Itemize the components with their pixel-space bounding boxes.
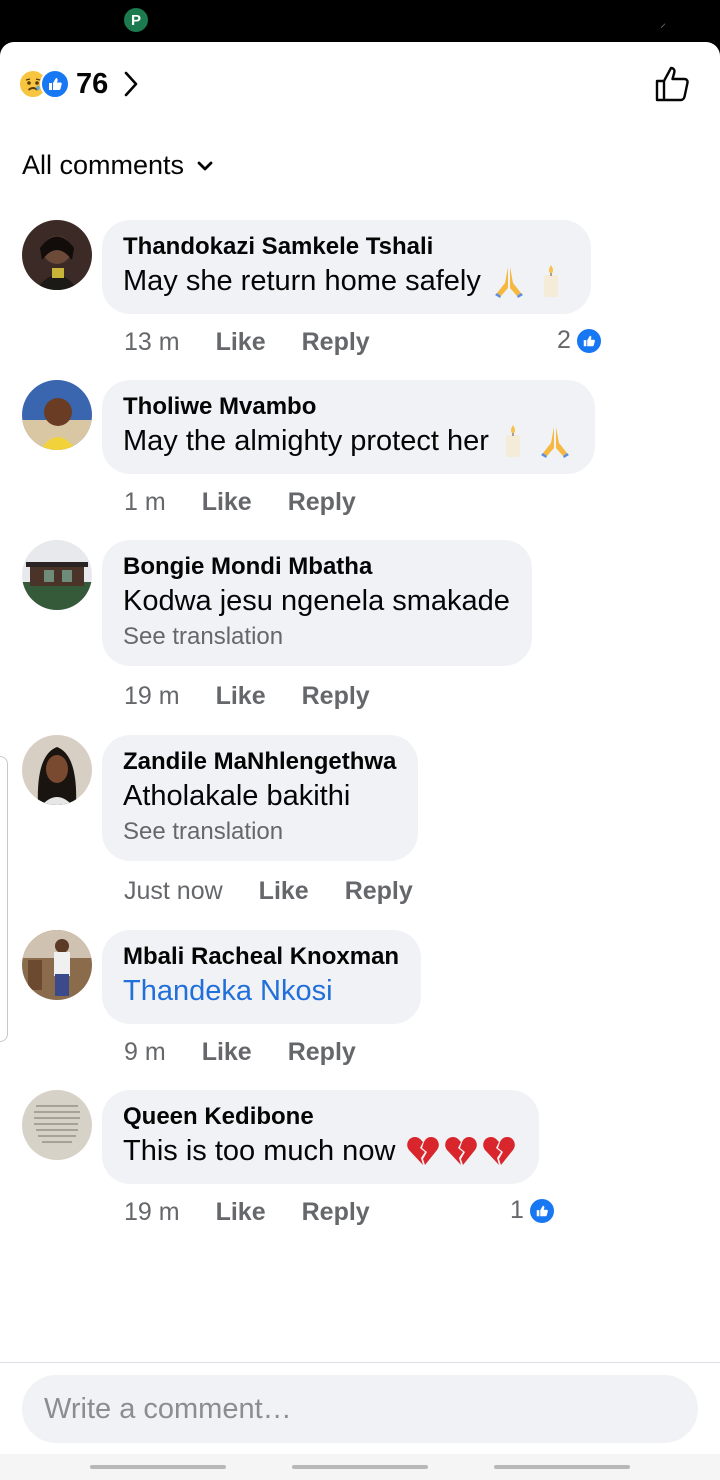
comment-text: May she return home safely	[123, 262, 569, 300]
reply-button[interactable]: Reply	[302, 682, 370, 711]
like-reaction-icon	[40, 69, 70, 99]
reactions-summary[interactable]: 76	[18, 66, 140, 102]
comment-bubble: Mbali Racheal Knoxman Thandeka Nkosi	[102, 930, 422, 1024]
comment-time: 13 m	[124, 328, 180, 356]
comment-author[interactable]: Zandile MaNhlengethwa	[123, 747, 396, 777]
avatar[interactable]	[22, 540, 92, 610]
mention-link[interactable]: Thandeka Nkosi	[123, 972, 399, 1010]
scroll-edge-handle[interactable]	[0, 756, 8, 1042]
comments-sheet: 76 All comments Thandokazi Samkele Tshal…	[0, 42, 720, 1480]
recent-apps-button[interactable]	[90, 1465, 226, 1469]
comment-author[interactable]: Bongie Mondi Mbatha	[123, 552, 510, 582]
like-reaction-icon	[527, 1196, 556, 1225]
app-notification-icon: P	[124, 8, 148, 32]
system-nav-bar	[0, 1454, 720, 1480]
avatar[interactable]	[22, 1090, 92, 1160]
folded-hands-emoji-icon	[494, 267, 523, 298]
comment-text: May the almighty protect her	[123, 422, 573, 460]
comment-body: May the almighty protect her	[123, 425, 489, 457]
comment-bubble: Zandile MaNhlengethwa Atholakale bakithi…	[102, 735, 419, 861]
candle-emoji-icon	[543, 265, 558, 297]
comment-text: Atholakale bakithi	[123, 780, 351, 812]
comment-bubble: Thandokazi Samkele Tshali May she return…	[102, 220, 591, 314]
reply-button[interactable]: Reply	[302, 1198, 370, 1227]
comment-body: May she return home safely	[123, 265, 481, 297]
comment-text: Kodwa jesu ngenela smakade	[123, 585, 510, 617]
like-button[interactable]: Like	[259, 877, 309, 906]
comment-author[interactable]: Mbali Racheal Knoxman	[123, 942, 399, 972]
comment-time: 1 m	[124, 488, 166, 516]
comment-body: This is too much now	[123, 1135, 396, 1167]
comment-author[interactable]: Thandokazi Samkele Tshali	[123, 232, 569, 262]
comment-bubble: Tholiwe Mvambo May the almighty protect …	[102, 380, 595, 474]
avatar[interactable]	[22, 735, 92, 805]
comment-author[interactable]: Queen Kedibone	[123, 1102, 517, 1132]
comment-bubble: Queen Kedibone This is too much now	[102, 1090, 540, 1184]
chevron-down-icon	[197, 161, 213, 170]
like-reaction-icon	[574, 326, 603, 355]
like-button[interactable]: Like	[216, 682, 266, 711]
reaction-count: 76	[76, 67, 109, 100]
like-button[interactable]: Like	[202, 488, 252, 517]
comment-time: 9 m	[124, 1038, 166, 1066]
comment-time: Just now	[124, 877, 223, 905]
see-translation-link[interactable]: See translation	[123, 622, 510, 652]
avatar[interactable]	[22, 930, 92, 1000]
comment-actions: 19 m Like Reply	[124, 1198, 370, 1227]
reply-button[interactable]: Reply	[302, 328, 370, 357]
status-bar: P ⸝	[0, 0, 720, 42]
comment-actions: 13 m Like Reply	[124, 328, 370, 357]
comment-reaction-count: 1	[510, 1196, 524, 1224]
filter-label: All comments	[22, 150, 185, 180]
comment-time: 19 m	[124, 682, 180, 710]
candle-emoji-icon	[505, 425, 520, 457]
comment-filter-dropdown[interactable]: All comments	[22, 150, 214, 181]
like-button[interactable]: Like	[216, 328, 266, 357]
comment-reactions[interactable]: 2	[557, 326, 603, 355]
broken-heart-emoji-icon	[483, 1137, 516, 1165]
folded-hands-emoji-icon	[540, 427, 569, 458]
comment-author[interactable]: Tholiwe Mvambo	[123, 392, 573, 422]
like-button[interactable]: Like	[202, 1038, 252, 1067]
chevron-right-icon	[124, 71, 138, 97]
comment-text: This is too much now	[123, 1132, 517, 1170]
avatar[interactable]	[22, 380, 92, 450]
comment-input[interactable]	[22, 1375, 698, 1443]
comment-bubble: Bongie Mondi Mbatha Kodwa jesu ngenela s…	[102, 540, 532, 666]
like-button[interactable]: Like	[216, 1198, 266, 1227]
like-outline-icon[interactable]	[654, 64, 694, 104]
home-button[interactable]	[292, 1465, 428, 1469]
broken-heart-emoji-icon	[445, 1137, 478, 1165]
comment-actions: 19 m Like Reply	[124, 682, 370, 711]
avatar[interactable]	[22, 220, 92, 290]
reply-button[interactable]: Reply	[345, 877, 413, 906]
reply-button[interactable]: Reply	[288, 1038, 356, 1067]
comment-actions: 1 m Like Reply	[124, 488, 356, 517]
comment-actions: Just now Like Reply	[124, 877, 413, 906]
comment-reaction-count: 2	[557, 326, 571, 354]
broken-heart-emoji-icon	[407, 1137, 440, 1165]
back-button[interactable]	[494, 1465, 630, 1469]
reply-button[interactable]: Reply	[288, 488, 356, 517]
see-translation-link[interactable]: See translation	[123, 817, 396, 847]
signal-icon: ⸝	[660, 16, 667, 30]
comment-actions: 9 m Like Reply	[124, 1038, 356, 1067]
comment-reactions[interactable]: 1	[510, 1196, 556, 1225]
comment-time: 19 m	[124, 1198, 180, 1226]
